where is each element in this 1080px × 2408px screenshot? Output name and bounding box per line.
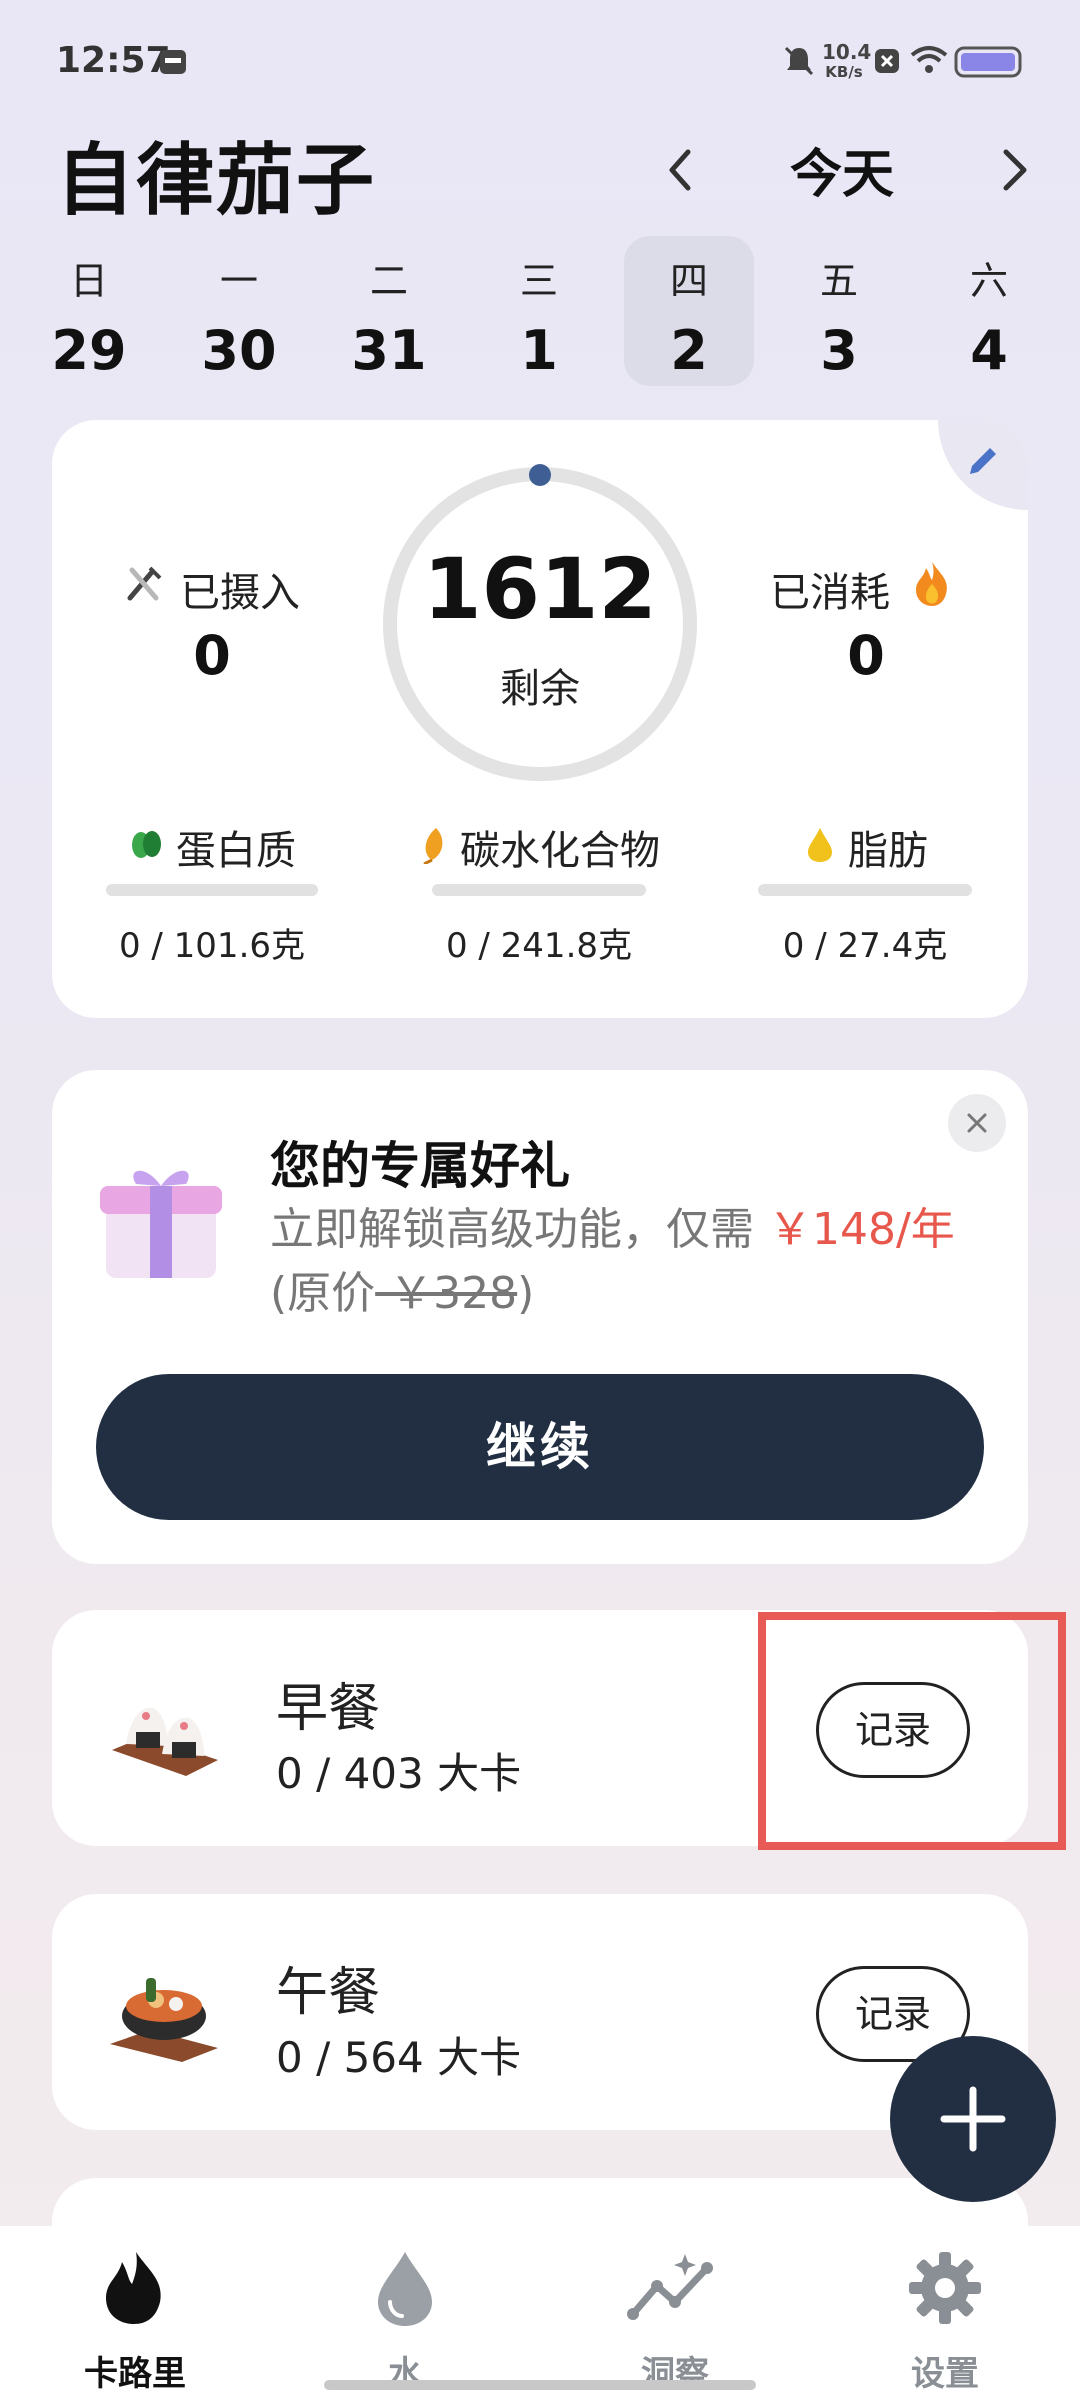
weekday-label: 六 [969, 259, 1008, 303]
date-number: 30 [201, 319, 277, 382]
weekday-label: 四 [669, 259, 708, 303]
onigiri-icon [112, 1707, 218, 1776]
flame-icon [916, 562, 947, 606]
continue-button[interactable]: 继续 [96, 1374, 984, 1520]
gift-icon [100, 1170, 222, 1278]
day-6[interactable]: 六4 [924, 236, 1054, 386]
prev-day-button[interactable] [654, 142, 710, 198]
protein-bar [106, 884, 318, 896]
nav-label: 卡路里 [84, 2354, 186, 2394]
flame-icon [106, 2252, 161, 2324]
fat-bar [758, 884, 972, 896]
weekday-label: 二 [369, 259, 408, 303]
weekday-label: 日 [69, 259, 108, 303]
fat-label: 脂肪 [848, 828, 928, 874]
intake-value: 0 [193, 624, 231, 687]
remaining-value: 1612 [423, 540, 657, 638]
protein-label: 蛋白质 [176, 828, 296, 874]
fork-knife-icon [127, 566, 162, 601]
next-day-button[interactable] [986, 142, 1042, 198]
pencil-icon [970, 448, 996, 474]
edit-goal-button[interactable] [938, 420, 1028, 510]
nav-settings[interactable]: 设置 [810, 2226, 1080, 2408]
close-icon [967, 1113, 987, 1133]
calendar-status-icon [160, 50, 186, 74]
bean-icon [132, 831, 161, 858]
app-title: 自律茄子 [56, 136, 377, 226]
insights-icon [627, 2254, 713, 2320]
meal-calories: 0 / 403 大卡 [276, 1749, 522, 1798]
carbs-label: 碳水化合物 [460, 828, 660, 874]
nav-label: 设置 [911, 2354, 979, 2394]
day-0[interactable]: 日 29 [24, 236, 154, 386]
weekday-label: 一 [219, 259, 258, 303]
burned-label: 已消耗 [770, 570, 890, 616]
net-speed: 10.4 KB/s [822, 40, 872, 81]
battery-icon [954, 46, 1022, 78]
intake-label: 已摄入 [180, 570, 300, 616]
status-time: 12:57 [56, 40, 171, 81]
weekday-label: 三 [519, 259, 558, 303]
date-number: 3 [820, 319, 858, 382]
promo-original-price: ￥328 [375, 1268, 518, 1319]
mute-bell-icon [784, 46, 814, 76]
burned-value: 0 [847, 624, 885, 687]
oil-drop-icon [808, 828, 832, 862]
meal-name: 早餐 [276, 1679, 381, 1739]
highlight-box [758, 1612, 1066, 1850]
wifi-icon [910, 46, 948, 73]
date-number: 29 [51, 319, 127, 382]
date-label: 今天 [790, 145, 895, 205]
nav-calories[interactable]: 卡路里 [0, 2226, 270, 2408]
carbs-value: 0 / 241.8克 [445, 926, 633, 966]
fat-value: 0 / 27.4克 [782, 926, 948, 966]
day-4[interactable]: 四2 [624, 236, 754, 386]
promo-description: 立即解锁高级功能，仅需 ￥148/年 (原价 ￥328) [270, 1198, 990, 1326]
plus-icon [940, 2086, 1006, 2152]
promo-price: ￥148/年 [768, 1204, 955, 1255]
meal-calories: 0 / 564 大卡 [276, 2033, 522, 2082]
weekday-label: 五 [819, 259, 858, 303]
remaining-label: 剩余 [500, 666, 580, 712]
water-drop-icon [378, 2252, 432, 2326]
promo-orig-close: ) [517, 1268, 535, 1319]
day-5[interactable]: 五3 [774, 236, 904, 386]
sim-off-icon [875, 49, 899, 73]
promo-desc-text: 立即解锁高级功能，仅需 [270, 1204, 768, 1255]
promo-title: 您的专属好礼 [270, 1137, 570, 1195]
gear-icon [909, 2252, 981, 2324]
close-promo-button[interactable] [948, 1094, 1006, 1152]
promo-orig-open: (原价 [270, 1268, 376, 1319]
date-number: 1 [520, 319, 558, 382]
hotpot-icon [110, 1978, 218, 2062]
day-1[interactable]: 一 30 [174, 236, 304, 386]
meal-name: 午餐 [276, 1963, 381, 2023]
date-number: 31 [351, 319, 427, 382]
date-number: 4 [970, 319, 1008, 382]
day-3[interactable]: 三1 [474, 236, 604, 386]
grain-icon [423, 828, 443, 864]
carbs-bar [432, 884, 646, 896]
home-indicator [324, 2380, 756, 2390]
protein-value: 0 / 101.6克 [118, 926, 306, 966]
day-2[interactable]: 二 31 [324, 236, 454, 386]
add-button[interactable] [890, 2036, 1056, 2202]
date-number: 2 [670, 319, 708, 382]
